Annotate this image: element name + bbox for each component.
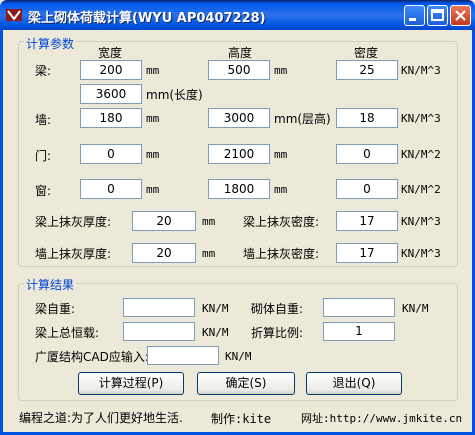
beam-height-unit: mm: [274, 64, 288, 77]
maximize-icon: [431, 9, 444, 21]
beam-length-input[interactable]: 3600: [80, 84, 142, 104]
beam-self-output[interactable]: [123, 298, 195, 317]
wall-density-unit: KN/M^3: [401, 112, 441, 125]
wall-plaster-thick-unit: mm: [202, 247, 216, 260]
beam-plaster-thick-unit: mm: [202, 215, 216, 228]
exit-button[interactable]: 退出(Q): [306, 372, 402, 395]
door-density-input[interactable]: 0: [336, 144, 398, 164]
door-width-unit: mm: [146, 148, 160, 161]
window-height-input[interactable]: 1800: [208, 179, 270, 199]
window-title: 梁上砌体荷载计算(WYU AP0407228): [28, 11, 266, 26]
beam-plaster-thick-input[interactable]: 20: [132, 211, 196, 231]
beam-label: 梁:: [35, 64, 52, 78]
beam-total-unit: KN/M: [202, 326, 229, 339]
cad-label: 广厦结构CAD应输入:: [35, 350, 149, 364]
masonry-self-output[interactable]: [323, 298, 395, 317]
ratio-label: 折算比例:: [251, 326, 304, 340]
width-header: 宽度: [98, 46, 123, 60]
wall-width-unit: mm: [146, 112, 160, 125]
door-height-unit: mm: [274, 148, 288, 161]
beam-density-input[interactable]: 25: [336, 60, 398, 80]
app-icon: [6, 9, 22, 21]
beam-plaster-dens-label: 梁上抹灰密度:: [243, 215, 320, 229]
cad-output[interactable]: [147, 346, 219, 365]
close-icon: [455, 10, 466, 21]
window-density-input[interactable]: 0: [336, 179, 398, 199]
beam-plaster-thick-label: 梁上抹灰厚度:: [35, 215, 112, 229]
window-density-unit: KN/M^2: [401, 183, 441, 196]
ratio-output[interactable]: 1: [323, 322, 395, 341]
door-width-input[interactable]: 0: [80, 144, 142, 164]
status-bar: 编程之道:为了人们更好地生活. 制作:kite 网址:http://www.jm…: [3, 402, 472, 432]
status-author: 制作:kite: [211, 412, 272, 426]
wall-plaster-dens-label: 墙上抹灰密度:: [243, 247, 320, 261]
beam-density-unit: KN/M^3: [401, 64, 441, 77]
wall-plaster-thick-label: 墙上抹灰厚度:: [35, 247, 112, 261]
minimize-icon: [409, 18, 416, 21]
wall-label: 墙:: [35, 113, 52, 127]
maximize-button[interactable]: [427, 5, 448, 26]
results-legend: 计算结果: [24, 276, 77, 293]
window-width-unit: mm: [146, 183, 160, 196]
process-button[interactable]: 计算过程(P): [78, 372, 184, 395]
beam-total-label: 梁上总恒载:: [35, 326, 100, 340]
masonry-self-label: 砌体自重:: [251, 302, 304, 316]
wall-plaster-thick-input[interactable]: 20: [132, 243, 196, 263]
beam-self-unit: KN/M: [202, 302, 229, 315]
beam-plaster-dens-input[interactable]: 17: [336, 211, 398, 231]
status-motto: 编程之道:为了人们更好地生活.: [19, 411, 183, 425]
wall-plaster-dens-input[interactable]: 17: [336, 243, 398, 263]
beam-total-output[interactable]: [123, 322, 195, 341]
density-header: 密度: [354, 46, 379, 60]
wall-density-input[interactable]: 18: [336, 108, 398, 128]
beam-height-input[interactable]: 500: [208, 60, 270, 80]
wall-width-input[interactable]: 180: [80, 108, 142, 128]
door-height-input[interactable]: 2100: [208, 144, 270, 164]
wall-plaster-dens-unit: KN/M^3: [401, 247, 441, 260]
beam-self-label: 梁自重:: [35, 302, 76, 316]
ok-button[interactable]: 确定(S): [197, 372, 295, 395]
status-url: 网址:http://www.jmkite.cn: [301, 412, 463, 425]
beam-plaster-dens-unit: KN/M^3: [401, 215, 441, 228]
close-button[interactable]: [450, 5, 471, 26]
wall-height-unit: mm(层高): [274, 112, 331, 126]
beam-width-unit: mm: [146, 64, 160, 77]
window-label: 窗:: [35, 184, 52, 198]
title-bar: 梁上砌体荷载计算(WYU AP0407228): [0, 0, 475, 30]
window-width-input[interactable]: 0: [80, 179, 142, 199]
minimize-button[interactable]: [404, 5, 425, 26]
params-legend: 计算参数: [24, 35, 77, 52]
door-label: 门:: [35, 149, 52, 163]
door-density-unit: KN/M^2: [401, 148, 441, 161]
wall-height-input[interactable]: 3000: [208, 108, 270, 128]
beam-width-input[interactable]: 200: [80, 60, 142, 80]
beam-length-unit: mm(长度): [146, 88, 203, 102]
window-height-unit: mm: [274, 183, 288, 196]
cad-unit: KN/M: [225, 350, 252, 363]
height-header: 高度: [228, 46, 253, 60]
masonry-self-unit: KN/M: [402, 302, 429, 315]
